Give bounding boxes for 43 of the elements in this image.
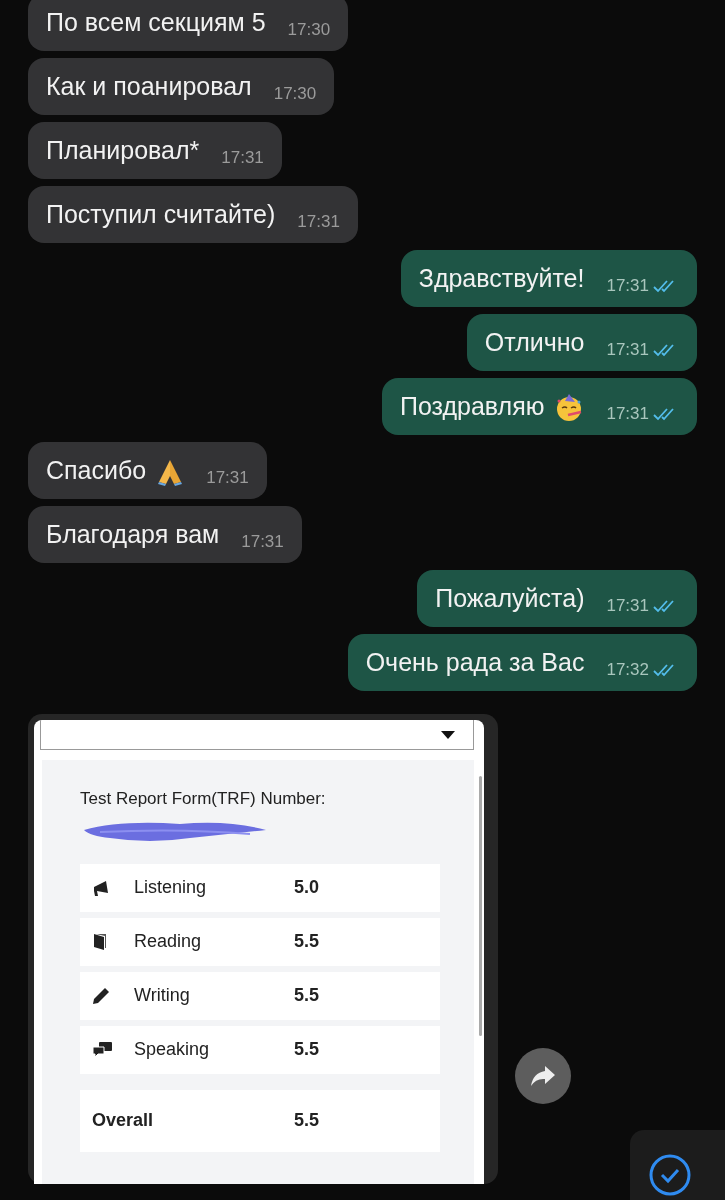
- message-text: Спасибо: [46, 454, 147, 486]
- message-time: 17:31: [221, 146, 264, 169]
- score-label: Reading: [134, 930, 203, 953]
- pencil-icon: [92, 987, 110, 1006]
- message-time: 17:32: [606, 658, 649, 681]
- forward-icon: [530, 1065, 556, 1087]
- score-value: 5.5: [294, 984, 320, 1007]
- score-value: 5.5: [294, 1038, 320, 1061]
- message-time: 17:31: [297, 210, 340, 233]
- folded-hands-icon: [156, 458, 185, 487]
- overall-value: 5.5: [294, 1109, 320, 1132]
- message-time: 17:31: [241, 530, 284, 553]
- message-time: 17:30: [287, 18, 331, 41]
- message-text: Отлично: [484, 326, 585, 358]
- message-text: Поступил считайте): [46, 198, 276, 230]
- message-text: Как и поанировал: [46, 70, 252, 102]
- score-value: 5.5: [294, 930, 320, 953]
- check-circle-icon[interactable]: [648, 1153, 692, 1197]
- message-text: Благодаря вам: [46, 518, 220, 550]
- message-text: Очень рада за Вас: [365, 646, 585, 678]
- caret-icon: [441, 730, 455, 739]
- message-text: Планировал*: [46, 134, 200, 166]
- message-time: 17:31: [606, 274, 649, 297]
- message-text: По всем секциям 5: [46, 6, 266, 38]
- score-label: Speaking: [134, 1038, 211, 1061]
- score-value: 5.0: [294, 876, 320, 899]
- score-label: Listening: [134, 876, 208, 899]
- message-text: Пожалуйста): [435, 582, 585, 614]
- overall-label: Overall: [92, 1109, 155, 1132]
- message-time: 17:31: [206, 466, 249, 489]
- message-text: Здравствуйте!: [418, 262, 585, 294]
- message-time: 17:31: [606, 402, 649, 425]
- message-text: Поздравляю: [399, 390, 545, 422]
- chat-icon: [92, 1042, 112, 1059]
- image-message[interactable]: Test Report Form(TRF) Number: Listening 5.0 Reading 5.5 Writing 5.5 Speaking 5.5 Overall 5.5: [28, 714, 498, 1184]
- message-time: 17:30: [273, 82, 317, 105]
- report-title: Test Report Form(TRF) Number:: [80, 788, 327, 810]
- forward-button[interactable]: [515, 1048, 571, 1104]
- book-icon: [92, 933, 108, 952]
- message-time: 17:31: [606, 338, 649, 361]
- score-label: Writing: [134, 984, 191, 1007]
- dropdown-field[interactable]: [40, 720, 474, 750]
- message-time: 17:31: [606, 594, 649, 617]
